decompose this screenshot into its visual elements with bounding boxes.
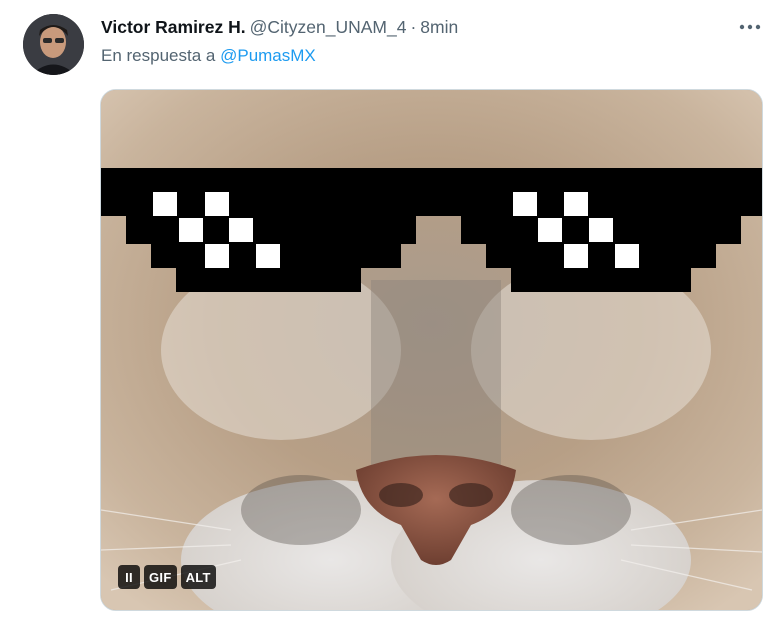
author-handle[interactable]: @Cityzen_UNAM_4	[250, 17, 407, 38]
puma-with-pixel-sunglasses-image	[101, 90, 762, 610]
tweet-timestamp[interactable]: 8min	[420, 17, 458, 38]
more-horizontal-icon	[739, 24, 761, 30]
tweet-media-gif[interactable]: II GIF ALT	[100, 89, 763, 611]
alt-text-button[interactable]: ALT	[180, 565, 216, 589]
more-options-button[interactable]	[735, 14, 765, 40]
tweet-header: Victor Ramirez H. @Cityzen_UNAM_4 · 8min	[101, 15, 458, 39]
author-display-name[interactable]: Victor Ramirez H.	[101, 17, 246, 38]
author-avatar[interactable]	[23, 14, 84, 75]
reply-prefix: En respuesta a	[101, 46, 216, 65]
reply-mention-link[interactable]: @PumasMX	[220, 46, 316, 65]
gif-badge[interactable]: GIF	[144, 565, 177, 589]
pause-button[interactable]: II	[118, 565, 140, 589]
reply-context: En respuesta a @PumasMX	[101, 46, 316, 66]
gif-controls: II GIF ALT	[118, 565, 216, 589]
tweet[interactable]: Victor Ramirez H. @Cityzen_UNAM_4 · 8min…	[0, 0, 781, 620]
user-avatar-icon	[23, 14, 84, 75]
header-separator: ·	[410, 16, 417, 37]
